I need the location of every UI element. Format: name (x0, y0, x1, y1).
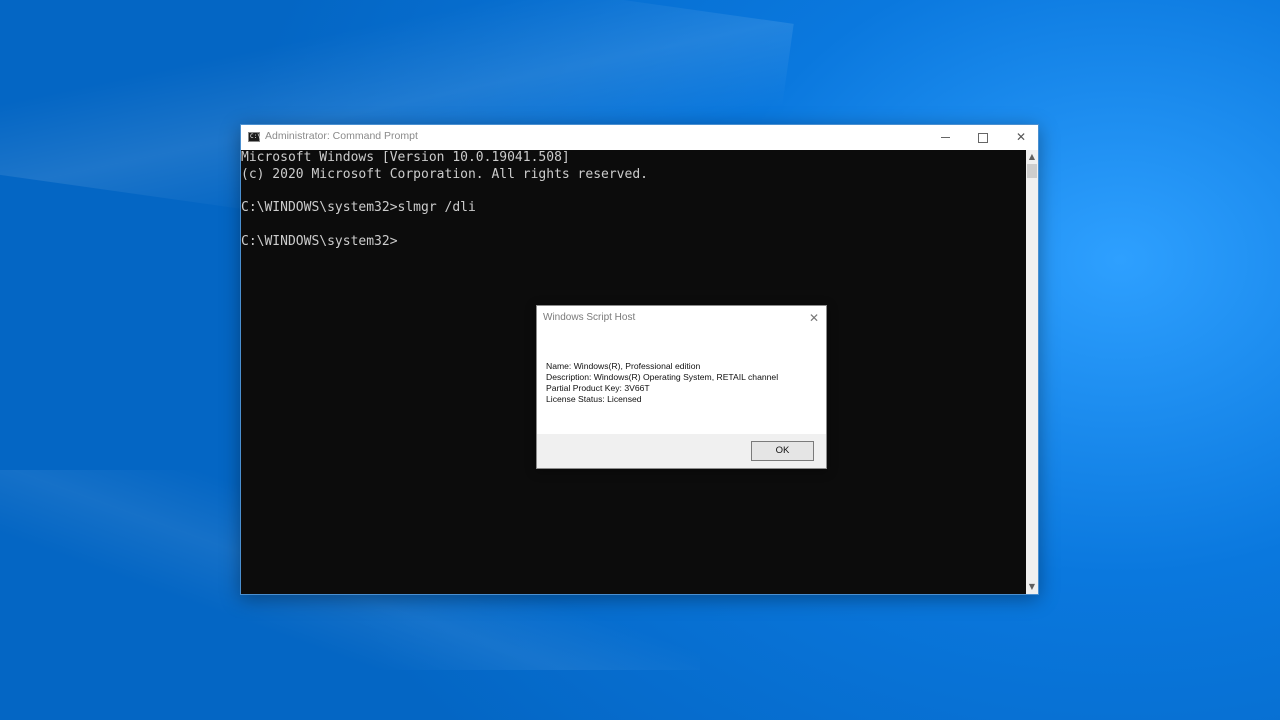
maximize-button[interactable] (964, 125, 1002, 150)
close-button[interactable]: ✕ (1002, 125, 1040, 150)
minimize-icon (940, 137, 950, 138)
console-line: Microsoft Windows [Version 10.0.19041.50… (241, 150, 570, 165)
partial-product-key: Partial Product Key: 3V66T (546, 383, 650, 393)
scroll-thumb[interactable] (1027, 164, 1037, 178)
console-line: (c) 2020 Microsoft Corporation. All righ… (241, 166, 648, 182)
dialog-footer: OK (537, 434, 826, 468)
console-line: C:\WINDOWS\system32>slmgr /dli (241, 200, 476, 216)
dialog-close-button[interactable]: ✕ (803, 308, 825, 328)
console-prompt-line[interactable]: C:\WINDOWS\system32> (241, 234, 1026, 251)
command-prompt-icon: C:\ (248, 132, 261, 142)
scroll-up-icon[interactable]: ▲ (1026, 150, 1038, 164)
close-icon: ✕ (1015, 130, 1027, 144)
windows-script-host-dialog[interactable]: Windows Script Host ✕ Name: Windows(R), … (536, 305, 827, 469)
close-icon: ✕ (808, 311, 820, 325)
ok-button[interactable]: OK (751, 441, 814, 461)
dialog-title: Windows Script Host (543, 312, 636, 323)
license-status: License Status: Licensed (546, 394, 642, 404)
vertical-scrollbar[interactable]: ▲ ▼ (1026, 150, 1038, 594)
maximize-icon (978, 132, 988, 143)
minimize-button[interactable] (926, 125, 964, 150)
license-info: Name: Windows(R), Professional edition D… (546, 361, 818, 405)
cmd-titlebar[interactable]: C:\ Administrator: Command Prompt ✕ (241, 125, 1038, 150)
scroll-down-icon[interactable]: ▼ (1026, 580, 1038, 594)
cmd-window-title: Administrator: Command Prompt (265, 130, 418, 142)
license-name: Name: Windows(R), Professional edition (546, 361, 701, 371)
license-description: Description: Windows(R) Operating System… (546, 372, 779, 382)
